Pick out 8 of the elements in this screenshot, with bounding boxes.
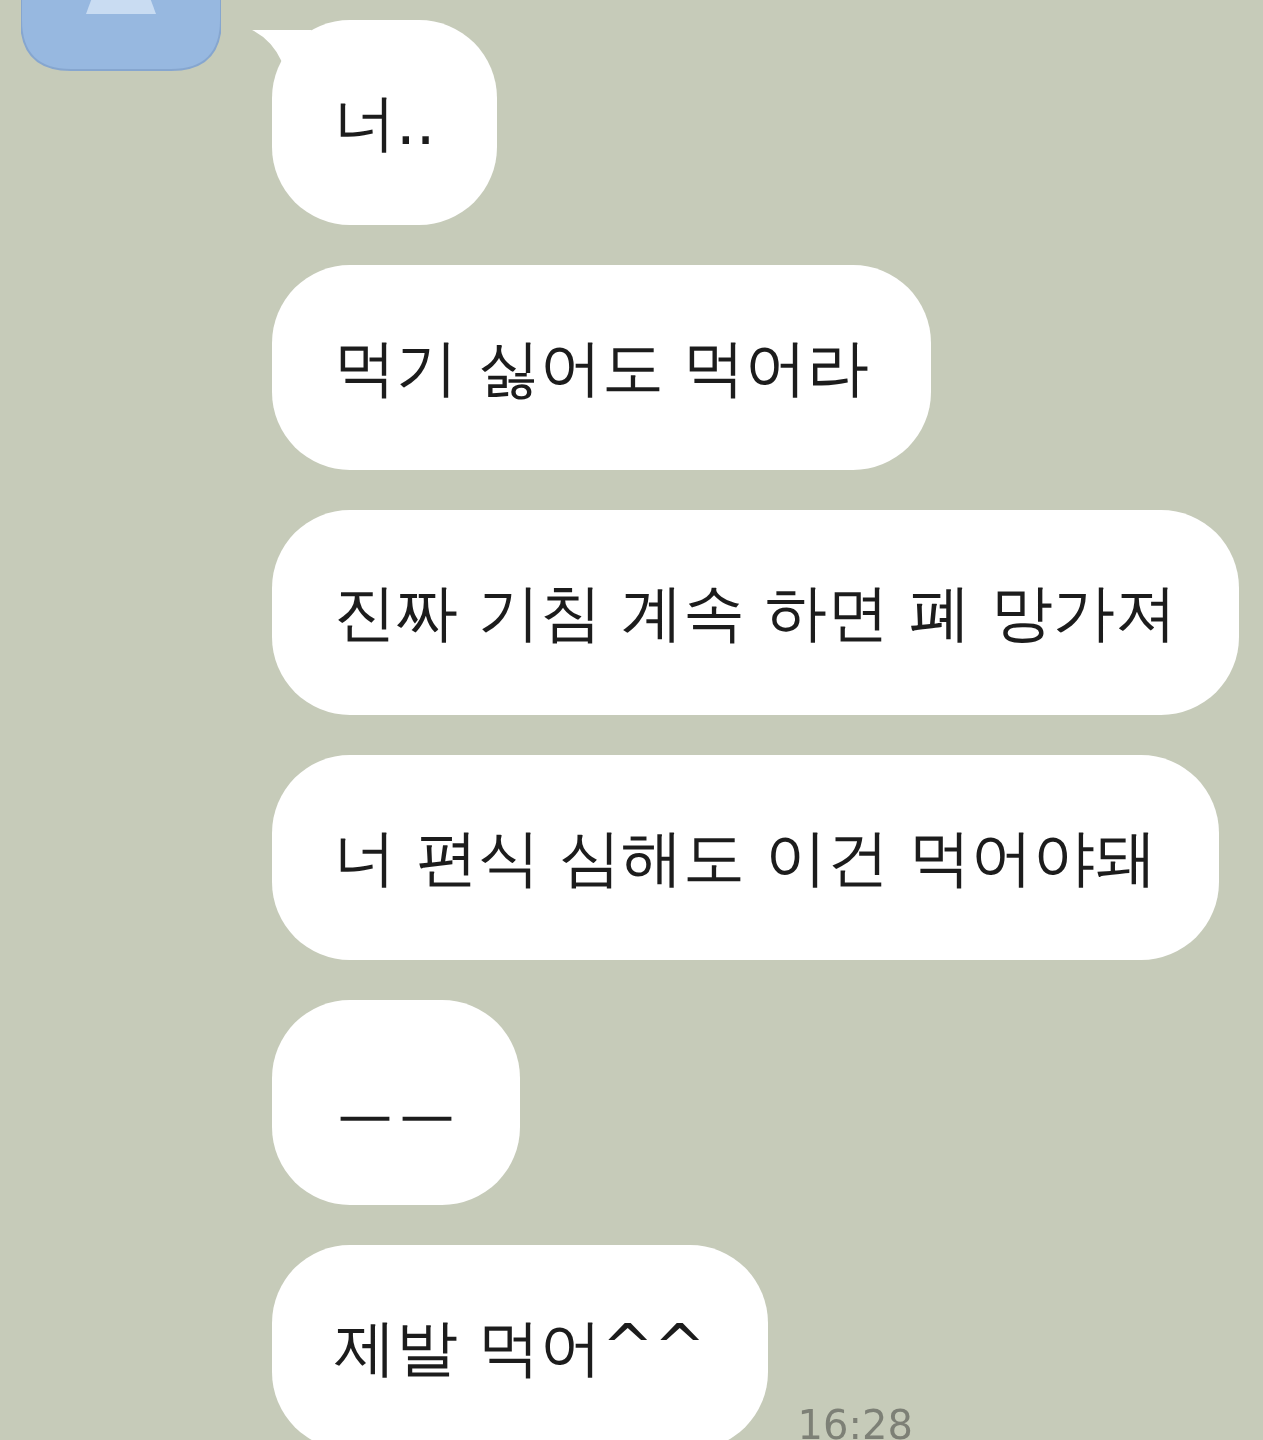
message-bubble: 너 편식 심해도 이건 먹어야돼: [272, 755, 1219, 960]
message-bubble: 먹기 싫어도 먹어라: [272, 265, 932, 470]
message-time: 16:28: [797, 1402, 913, 1440]
message-bubble: 너..: [272, 20, 498, 225]
avatar-icon[interactable]: [21, 0, 221, 72]
message-bubble: ㅡㅡ: [272, 1000, 520, 1205]
message-bubble: 제발 먹어^^: [272, 1245, 768, 1440]
message-bubble: 진짜 기침 계속 하면 폐 망가져: [272, 510, 1239, 715]
